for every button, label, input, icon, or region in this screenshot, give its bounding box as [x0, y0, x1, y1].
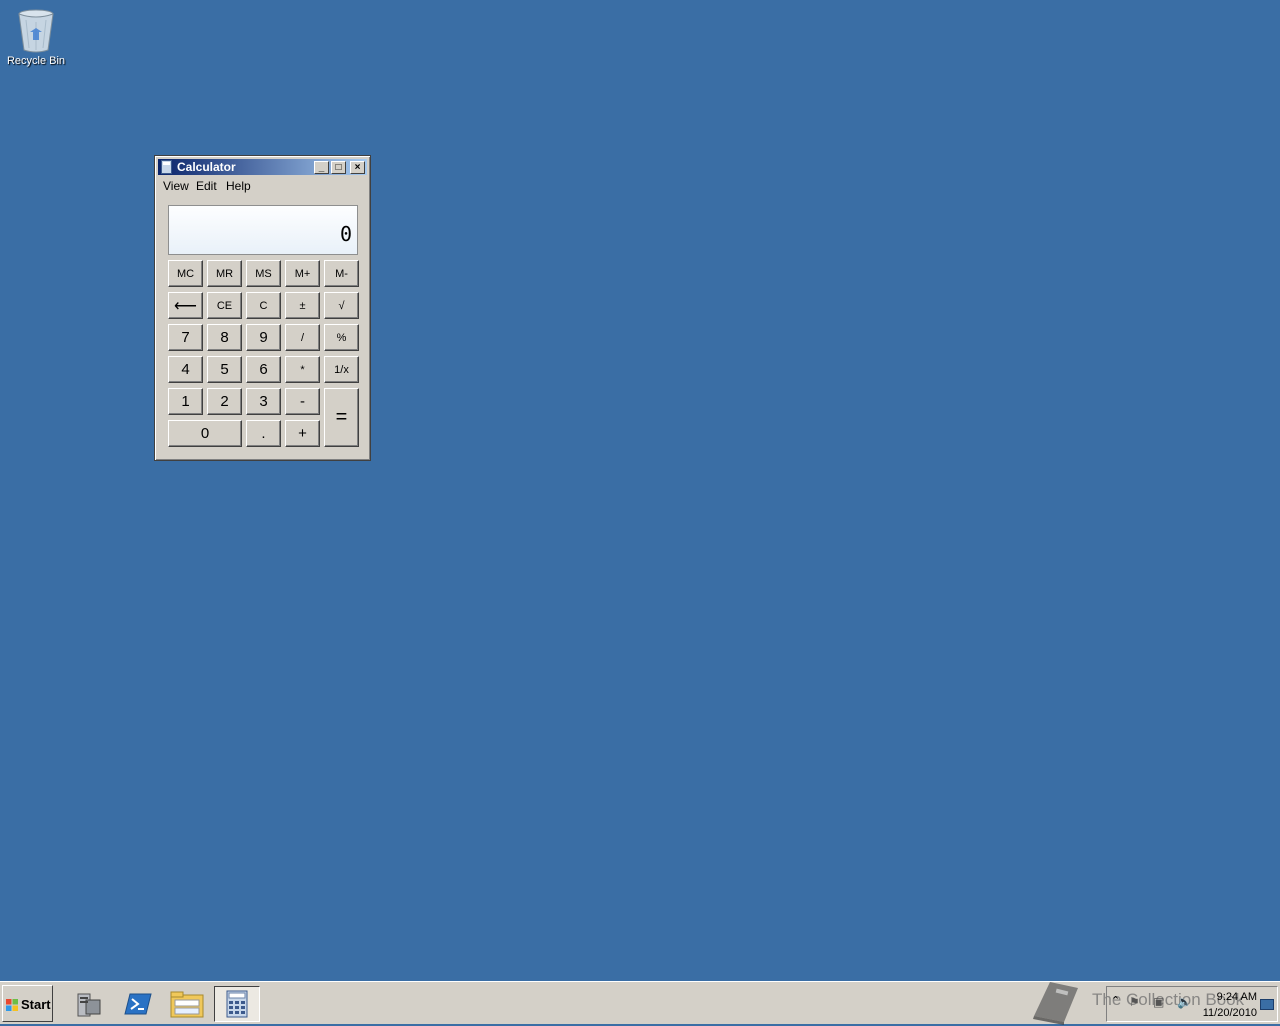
calculator-app-icon — [161, 160, 172, 174]
menu-help[interactable]: Help — [226, 179, 251, 193]
volume-icon[interactable]: 🔈 — [1177, 995, 1192, 1009]
server-manager-taskbar-button[interactable] — [66, 986, 110, 1022]
action-center-flag-icon[interactable]: ⚑ — [1129, 995, 1140, 1009]
equals-button[interactable]: = — [324, 388, 359, 447]
digit-2-button[interactable]: 2 — [207, 388, 242, 415]
digit-0-button[interactable]: 0 — [168, 420, 242, 447]
windows-logo-icon — [6, 999, 18, 1011]
explorer-taskbar-button[interactable] — [165, 986, 209, 1022]
reciprocal-button[interactable]: 1/x — [324, 356, 359, 383]
multiply-button[interactable]: * — [285, 356, 320, 383]
clear-entry-button[interactable]: CE — [207, 292, 242, 319]
clear-button[interactable]: C — [246, 292, 281, 319]
clock-date[interactable]: 11/20/2010 — [1203, 1007, 1257, 1019]
memory-subtract-button[interactable]: M- — [324, 260, 359, 287]
clock-time[interactable]: 9:24 AM — [1217, 991, 1257, 1003]
book-watermark-icon — [1033, 982, 1078, 1025]
negate-button[interactable]: ± — [285, 292, 320, 319]
digit-8-button[interactable]: 8 — [207, 324, 242, 351]
network-icon[interactable]: ▣ — [1153, 995, 1164, 1009]
memory-store-button[interactable]: MS — [246, 260, 281, 287]
recycle-bin-shortcut[interactable]: Recycle Bin — [4, 6, 68, 67]
explorer-icon — [170, 991, 204, 1018]
menu-edit[interactable]: Edit — [196, 179, 217, 193]
close-button[interactable]: × — [350, 161, 365, 174]
digit-9-button[interactable]: 9 — [246, 324, 281, 351]
display-value: 0 — [339, 222, 352, 246]
recycle-bin-label: Recycle Bin — [6, 55, 66, 67]
minimize-button[interactable]: _ — [314, 161, 329, 174]
add-button[interactable]: + — [285, 420, 320, 447]
taskbar: Start The Collection Book ⌃ ⚑ ▣ 🔈 9:24 A… — [0, 981, 1280, 1025]
decimal-button[interactable]: . — [246, 420, 281, 447]
backspace-button[interactable]: ⟵ — [168, 292, 203, 319]
calculator-display: 0 — [168, 205, 358, 255]
recycle-bin-icon — [18, 9, 54, 53]
percent-button[interactable]: % — [324, 324, 359, 351]
show-hidden-icons-icon[interactable]: ⌃ — [1111, 994, 1120, 1007]
memory-recall-button[interactable]: MR — [207, 260, 242, 287]
digit-6-button[interactable]: 6 — [246, 356, 281, 383]
memory-clear-button[interactable]: MC — [168, 260, 203, 287]
start-button[interactable]: Start — [2, 985, 53, 1022]
powershell-icon — [124, 993, 152, 1015]
divide-button[interactable]: / — [285, 324, 320, 351]
calculator-titlebar[interactable]: Calculator _ □ × — [158, 159, 367, 175]
calculator-taskbar-button[interactable] — [214, 986, 260, 1022]
show-desktop-icon[interactable] — [1260, 999, 1274, 1010]
digit-3-button[interactable]: 3 — [246, 388, 281, 415]
start-label: Start — [21, 997, 51, 1012]
subtract-button[interactable]: - — [285, 388, 320, 415]
digit-4-button[interactable]: 4 — [168, 356, 203, 383]
square-root-button[interactable]: √ — [324, 292, 359, 319]
digit-1-button[interactable]: 1 — [168, 388, 203, 415]
menu-bar: View Edit Help — [158, 177, 367, 195]
notification-area: ⌃ ⚑ ▣ 🔈 9:24 AM 11/20/2010 — [1106, 986, 1278, 1022]
calculator-window: Calculator _ □ × View Edit Help 0 MC MR … — [154, 155, 371, 461]
powershell-taskbar-button[interactable] — [116, 986, 160, 1022]
menu-view[interactable]: View — [163, 179, 189, 193]
memory-add-button[interactable]: M+ — [285, 260, 320, 287]
window-title: Calculator — [177, 160, 236, 174]
digit-5-button[interactable]: 5 — [207, 356, 242, 383]
maximize-button[interactable]: □ — [331, 161, 346, 174]
calculator-icon — [226, 990, 248, 1018]
digit-7-button[interactable]: 7 — [168, 324, 203, 351]
server-manager-icon — [77, 993, 101, 1017]
